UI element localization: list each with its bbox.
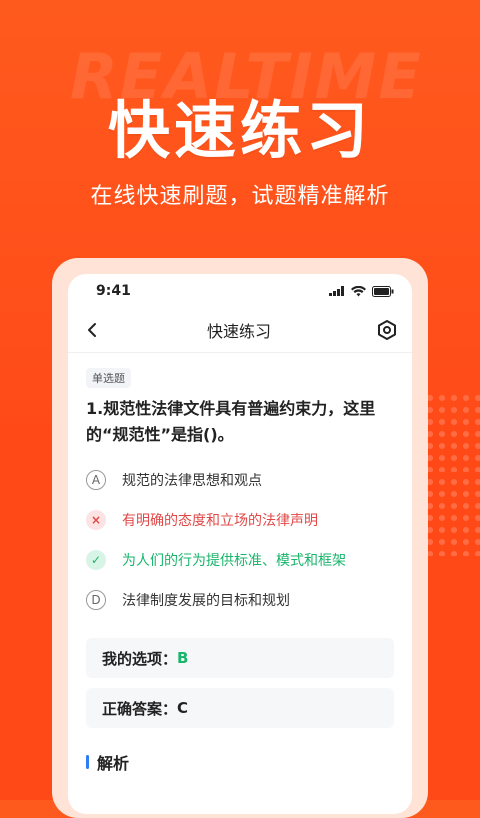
correct-answer-value: C bbox=[177, 699, 189, 717]
wrong-mark-icon: × bbox=[86, 510, 106, 530]
correct-answer-label: 正确答案： bbox=[102, 699, 178, 718]
nav-title: 快速练习 bbox=[206, 322, 271, 341]
option-c-text: 为人们的行为提供标准、模式和框架 bbox=[122, 553, 346, 569]
hero-subtitle: 在线快速刷题，试题精准解析 bbox=[90, 184, 390, 209]
my-choice-box: 我的选项： B bbox=[86, 638, 394, 678]
my-choice-label: 我的选项： bbox=[102, 649, 178, 668]
option-b[interactable]: × 有明确的态度和立场的法律声明 bbox=[86, 500, 394, 540]
phone-screen: 9:41 快速练习 单选题 1.规范性法律文件具有普遍约束力，这里的“规范性”是… bbox=[68, 274, 412, 814]
correct-answer-box: 正确答案： C bbox=[86, 688, 394, 728]
option-a-badge: A bbox=[86, 470, 106, 490]
option-a[interactable]: A 规范的法律思想和观点 bbox=[86, 460, 394, 500]
option-c[interactable]: ✓ 为人们的行为提供标准、模式和框架 bbox=[86, 540, 394, 580]
question-type-badge: 单选题 bbox=[86, 368, 131, 388]
option-d-badge: D bbox=[86, 590, 106, 610]
signal-icon bbox=[329, 286, 344, 296]
battery-icon bbox=[372, 285, 394, 297]
option-d-text: 法律制度发展的目标和规划 bbox=[122, 593, 290, 609]
analysis-heading: 解析 bbox=[86, 750, 394, 774]
analysis-accent-bar bbox=[86, 755, 89, 769]
analysis-title: 解析 bbox=[97, 754, 130, 773]
option-b-text: 有明确的态度和立场的法律声明 bbox=[122, 513, 318, 529]
my-choice-value: B bbox=[177, 649, 189, 667]
settings-icon[interactable] bbox=[376, 319, 398, 341]
back-icon[interactable] bbox=[84, 321, 102, 339]
hero-title: 快速练习 bbox=[107, 94, 372, 167]
option-list: A 规范的法律思想和观点 × 有明确的态度和立场的法律声明 ✓ 为人们的行为提供… bbox=[86, 460, 394, 620]
status-time: 9:41 bbox=[96, 283, 131, 299]
wifi-icon bbox=[351, 285, 366, 296]
option-a-text: 规范的法律思想和观点 bbox=[122, 473, 262, 489]
check-mark-icon: ✓ bbox=[86, 550, 106, 570]
option-d[interactable]: D 法律制度发展的目标和规划 bbox=[86, 580, 394, 620]
question-text: 1.规范性法律文件具有普遍约束力，这里的“规范性”是指()。 bbox=[86, 399, 376, 444]
question-content: 单选题 1.规范性法律文件具有普遍约束力，这里的“规范性”是指()。 A 规范的… bbox=[68, 353, 412, 774]
status-bar: 9:41 bbox=[68, 274, 412, 308]
navigation-bar: 快速练习 bbox=[68, 308, 412, 353]
status-icons bbox=[329, 285, 394, 297]
